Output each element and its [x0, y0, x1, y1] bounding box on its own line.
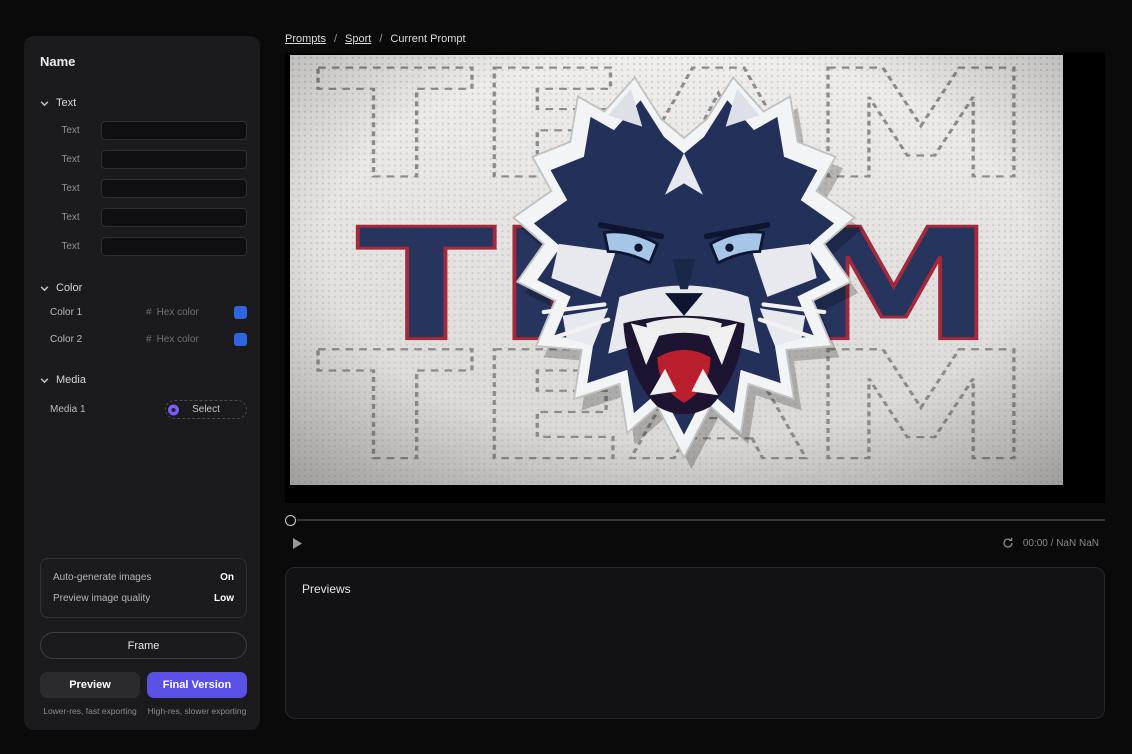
hex-color-input-1[interactable] [156, 307, 209, 318]
loop-icon[interactable] [1002, 537, 1014, 549]
select-media-label: Select [192, 404, 220, 415]
main-area: Prompts / Sport / Current Prompt TEAM [285, 33, 1105, 719]
video-stage[interactable]: TEAM TEAM TEAM [285, 53, 1105, 503]
text-input-1[interactable] [101, 121, 247, 140]
player-controls: 00:00 / NaN NaN [285, 535, 1105, 551]
text-input-2[interactable] [101, 150, 247, 169]
text-field-label: Text [61, 241, 80, 252]
previews-title: Previews [302, 582, 351, 596]
breadcrumb-link-prompts[interactable]: Prompts [285, 33, 326, 45]
panel-title: Name [40, 54, 76, 69]
color-row: Color 1 # [40, 306, 247, 319]
setting-row-quality[interactable]: Preview image quality Low [53, 588, 234, 609]
preview-caption: Lower-res, fast exporting [43, 706, 137, 716]
setting-label: Auto-generate images [53, 572, 152, 583]
export-captions: Lower-res, fast exporting High-res, slow… [40, 706, 247, 716]
media-badge-icon [168, 404, 179, 415]
breadcrumb-link-sport[interactable]: Sport [345, 33, 371, 45]
breadcrumb-separator: / [379, 33, 383, 45]
section-text-label: Text [56, 97, 77, 109]
section-media-header[interactable]: Media [40, 374, 247, 386]
text-input-4[interactable] [101, 208, 247, 227]
text-field-label: Text [61, 212, 80, 223]
color-swatch-2[interactable] [234, 333, 247, 346]
color-row: Color 2 # [40, 333, 247, 346]
section-color-label: Color [56, 282, 83, 294]
text-field-row: Text [40, 150, 247, 169]
previews-panel: Previews [285, 567, 1105, 719]
text-field-label: Text [61, 125, 80, 136]
text-field-row: Text [40, 208, 247, 227]
chevron-down-icon [40, 100, 49, 106]
section-text-header[interactable]: Text [40, 97, 247, 109]
scrubber [285, 513, 1105, 527]
final-caption: High-res, slower exporting [147, 706, 247, 716]
setting-value: Low [214, 593, 234, 604]
breadcrumb-separator: / [333, 33, 338, 45]
frame-button[interactable]: Frame [40, 632, 247, 659]
section-media-label: Media [56, 374, 86, 386]
scrubber-track[interactable] [297, 519, 1105, 521]
text-field-row: Text [40, 237, 247, 256]
generation-settings-box: Auto-generate images On Preview image qu… [40, 558, 247, 618]
hex-prefix: # [146, 334, 152, 345]
color-swatch-1[interactable] [234, 306, 247, 319]
text-input-3[interactable] [101, 179, 247, 198]
scrubber-handle[interactable] [285, 514, 296, 526]
preview-button[interactable]: Preview [40, 672, 140, 698]
hex-prefix: # [146, 307, 152, 318]
color-label: Color 1 [50, 307, 83, 318]
video-frame: TEAM TEAM TEAM [290, 55, 1063, 485]
text-field-row: Text [40, 121, 247, 140]
setting-label: Preview image quality [53, 593, 151, 604]
text-field-row: Text [40, 179, 247, 198]
text-field-label: Text [61, 154, 80, 165]
time-display: 00:00 / NaN NaN [1022, 537, 1099, 549]
media-label: Media 1 [50, 404, 86, 415]
final-version-button[interactable]: Final Version [147, 672, 247, 698]
media-row: Media 1 Select [40, 400, 247, 419]
color-label: Color 2 [50, 334, 83, 345]
chevron-down-icon [40, 377, 49, 383]
section-color-header[interactable]: Color [40, 282, 247, 294]
play-button[interactable] [285, 537, 303, 550]
select-media-button[interactable]: Select [165, 400, 247, 419]
text-field-label: Text [61, 183, 80, 194]
breadcrumb-current: Current Prompt [390, 33, 466, 45]
setting-value: On [220, 572, 234, 583]
hex-color-input-2[interactable] [156, 334, 209, 345]
export-actions: Preview Final Version [40, 672, 247, 698]
breadcrumb: Prompts / Sport / Current Prompt [285, 33, 1105, 45]
play-icon [293, 537, 302, 549]
text-input-5[interactable] [101, 237, 247, 256]
chevron-down-icon [40, 285, 49, 291]
setting-row-autogenerate[interactable]: Auto-generate images On [53, 567, 234, 588]
template-settings-panel: Name Text Text Text Text Text Text Color… [24, 36, 260, 730]
